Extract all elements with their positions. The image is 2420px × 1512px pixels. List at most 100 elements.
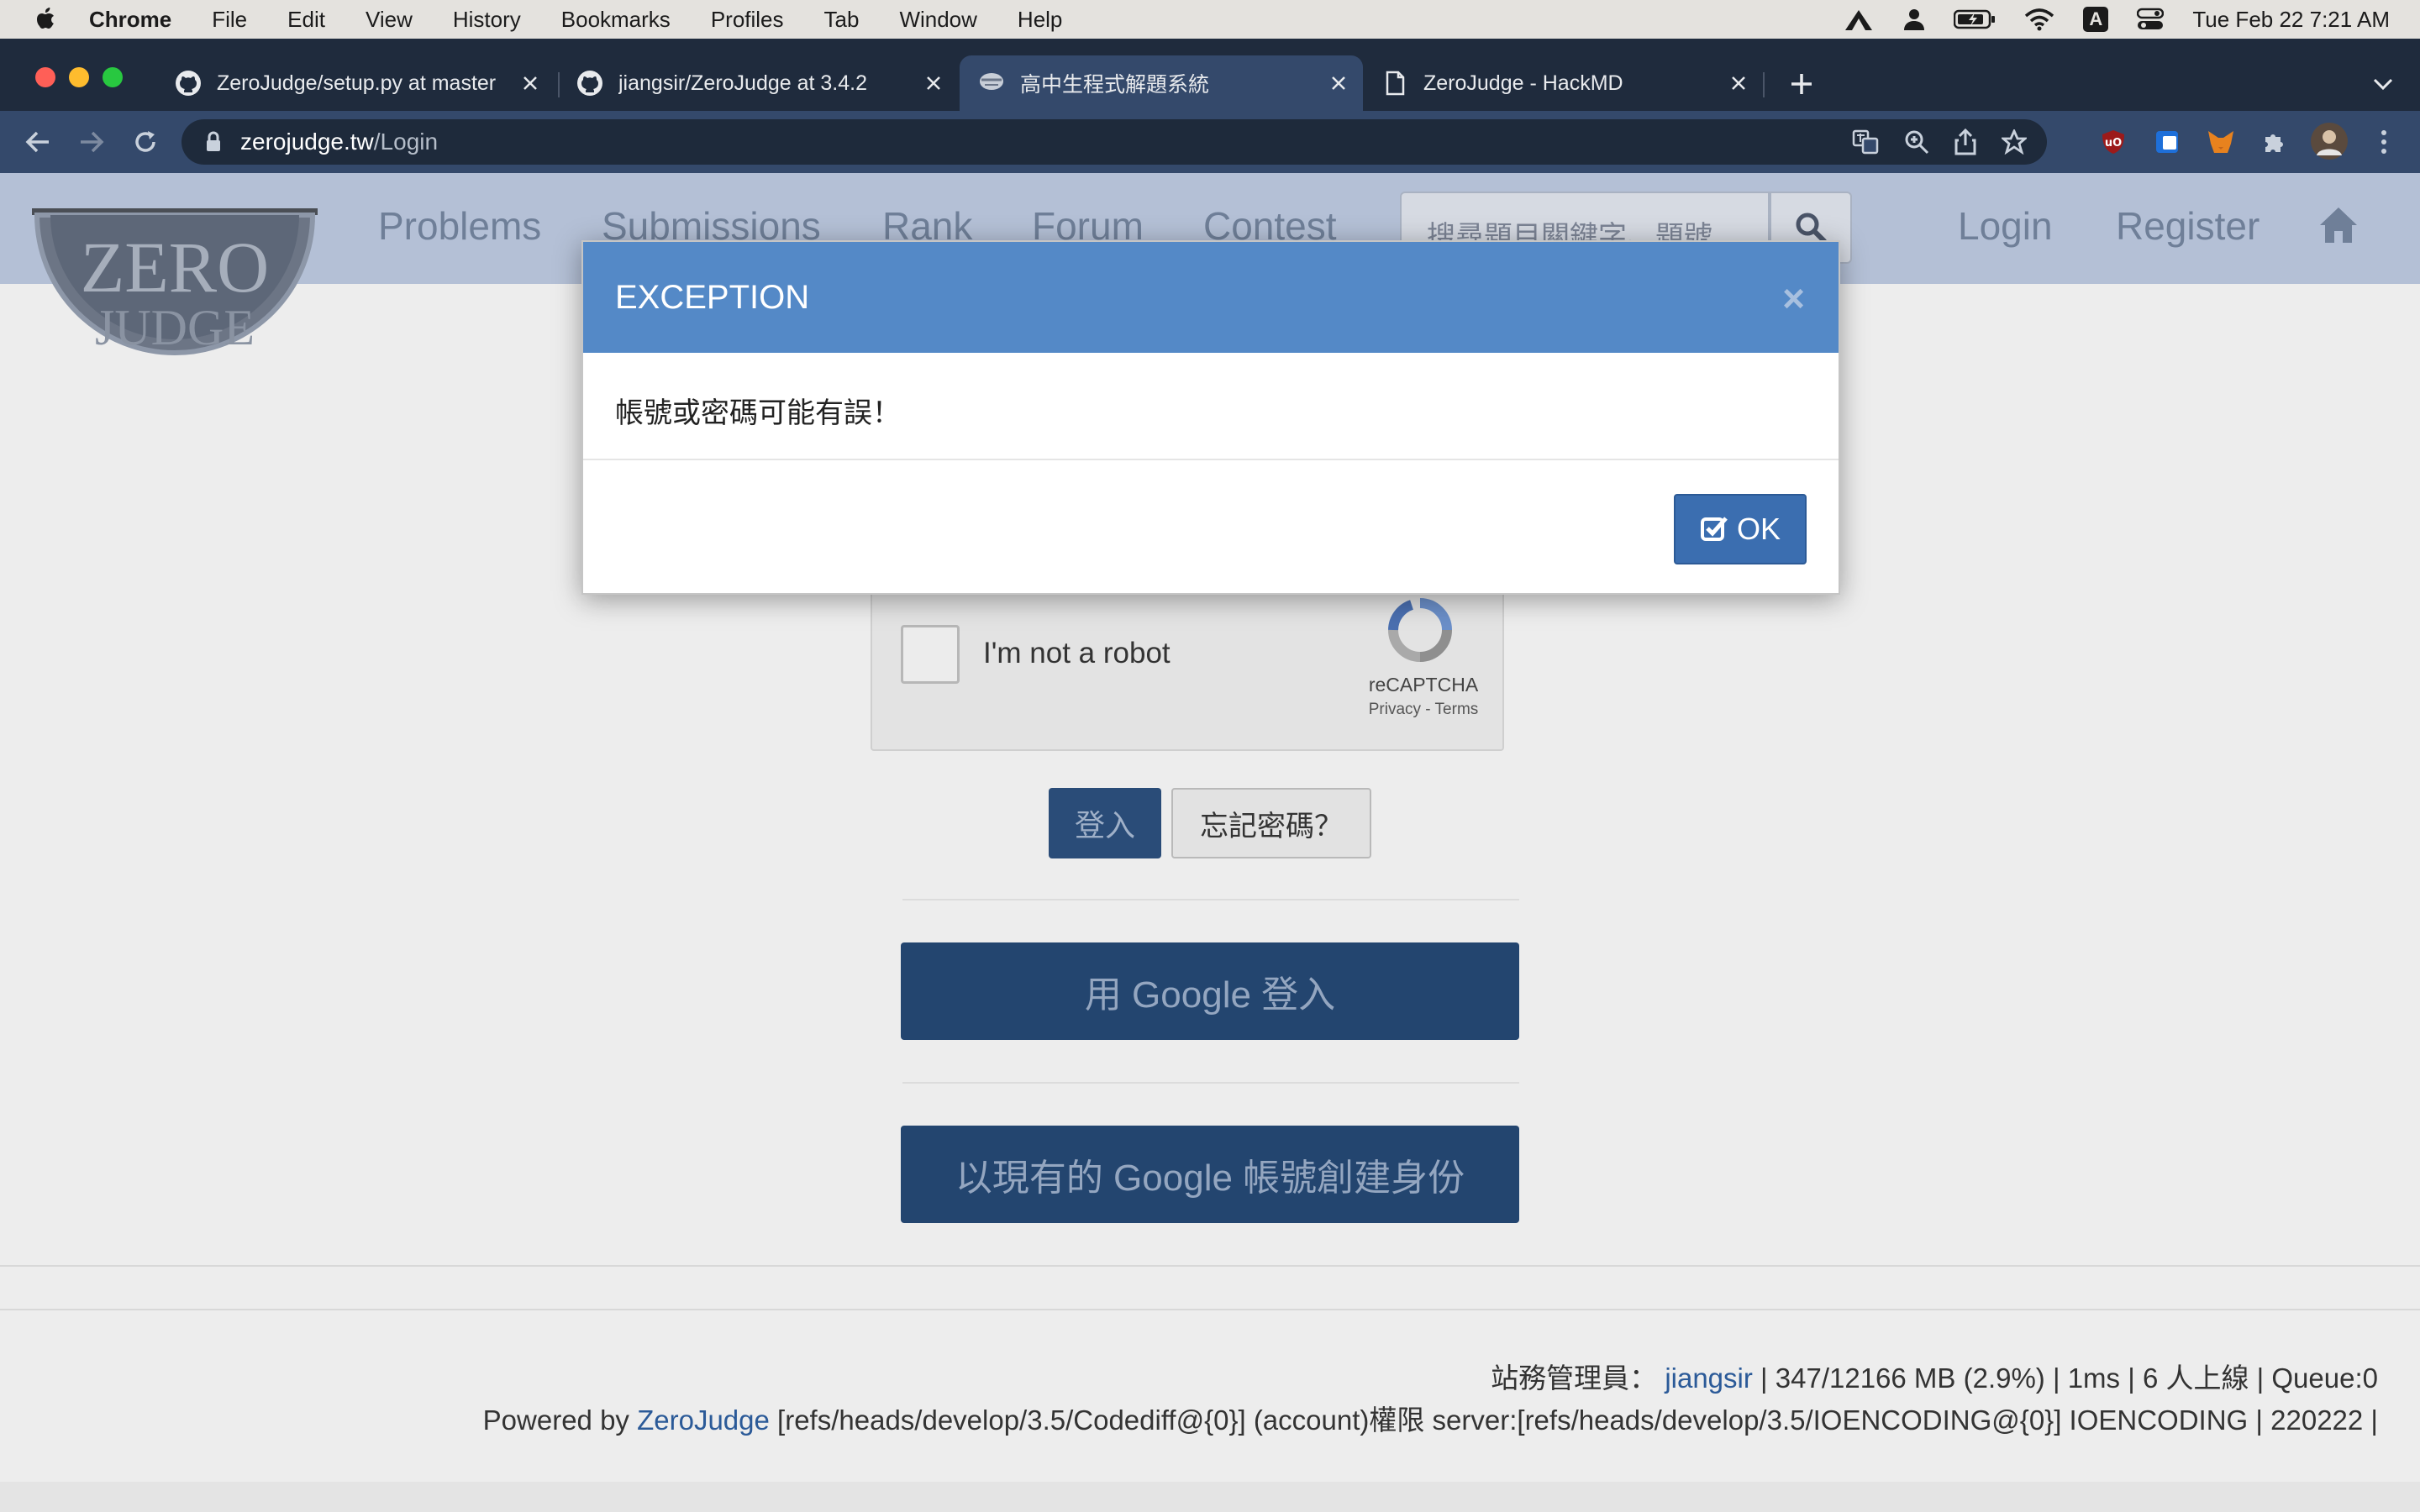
bookmark-star-icon[interactable] xyxy=(2002,129,2027,155)
tab-title: ZeroJudge - HackMD xyxy=(1423,71,1623,95)
metamask-extension-button[interactable] xyxy=(2205,126,2237,158)
menu-window[interactable]: Window xyxy=(899,7,976,33)
recaptcha-widget: I'm not a robot reCAPTCHA Privacy - Term… xyxy=(871,576,1504,751)
zoom-icon[interactable] xyxy=(1904,129,1929,155)
menu-edit[interactable]: Edit xyxy=(287,7,325,33)
footer-admin-label: 站務管理員： xyxy=(1491,1362,1658,1394)
tab-search-button[interactable] xyxy=(2368,69,2398,99)
menu-tab[interactable]: Tab xyxy=(824,7,860,33)
tab-separator xyxy=(1763,72,1765,97)
footer-admin-link[interactable]: jiangsir xyxy=(1665,1362,1753,1394)
url-path: /Login xyxy=(373,129,439,155)
divider xyxy=(902,1082,1519,1084)
profile-avatar-button[interactable] xyxy=(2309,121,2349,161)
zerojudge-logo[interactable]: ZERO JUDGE xyxy=(32,208,318,407)
input-source-icon[interactable]: A xyxy=(2083,7,2109,32)
page-bottom-strip xyxy=(0,1482,2420,1512)
svg-text:uO: uO xyxy=(2105,137,2122,150)
tab-close-icon[interactable] xyxy=(518,71,543,96)
window-minimize-button[interactable] xyxy=(69,67,89,87)
arrow-right-icon xyxy=(81,131,104,153)
login-submit-button[interactable]: 登入 xyxy=(1049,788,1161,858)
macos-menubar: Chrome File Edit View History Bookmarks … xyxy=(0,0,2420,39)
wifi-icon[interactable] xyxy=(2024,8,2054,31)
nav-login[interactable]: Login xyxy=(1958,203,2053,249)
window-close-button[interactable] xyxy=(35,67,55,87)
forward-button[interactable] xyxy=(76,126,108,158)
footer-version-info: [refs/heads/develop/3.5/Codediff@{0}] (a… xyxy=(777,1404,2378,1436)
dialog-close-button[interactable]: × xyxy=(1782,276,1805,321)
footer-stats: | 347/12166 MB (2.9%) | 1ms | 6 人上線 | Qu… xyxy=(1760,1362,2378,1394)
arc-app-icon[interactable] xyxy=(1843,7,1875,32)
battery-icon[interactable] xyxy=(1954,8,1996,30)
apple-logo-icon[interactable] xyxy=(32,5,60,34)
puzzle-icon xyxy=(2265,134,2283,152)
google-login-button[interactable]: 用 Google 登入 xyxy=(901,942,1519,1040)
footer-divider xyxy=(0,1309,2420,1310)
tab-title: ZeroJudge/setup.py at master xyxy=(217,71,497,95)
nav-problems[interactable]: Problems xyxy=(378,203,541,249)
tab-hackmd[interactable]: ZeroJudge - HackMD xyxy=(1363,55,1763,111)
menu-help[interactable]: Help xyxy=(1018,7,1062,33)
ublock-icon: uO xyxy=(2102,130,2124,154)
address-bar[interactable]: zerojudge.tw/Login xyxy=(182,119,2047,165)
new-tab-button[interactable] xyxy=(1785,67,1818,101)
window-zoom-button[interactable] xyxy=(103,67,123,87)
browser-toolbar: zerojudge.tw/Login uO xyxy=(0,111,2420,173)
footer-powered-prefix: Powered by xyxy=(482,1404,629,1436)
home-icon[interactable] xyxy=(2317,205,2360,245)
share-icon[interactable] xyxy=(1954,129,1976,155)
fox-icon xyxy=(2208,131,2233,153)
search-icon xyxy=(1796,213,1827,244)
footer-divider xyxy=(0,1265,2420,1267)
avatar xyxy=(2311,123,2348,160)
user-icon[interactable] xyxy=(1903,8,1925,31)
document-icon xyxy=(1386,71,1405,96)
reload-button[interactable] xyxy=(129,126,161,158)
zerojudge-icon xyxy=(980,73,1003,90)
menubar-status-area: A Tue Feb 22 7:21 AM xyxy=(1843,0,2390,39)
menu-view[interactable]: View xyxy=(366,7,413,33)
github-icon xyxy=(176,71,201,96)
dialog-ok-button[interactable]: OK xyxy=(1674,494,1807,564)
chrome-menu-button[interactable] xyxy=(2368,126,2400,158)
back-button[interactable] xyxy=(22,126,54,158)
tab-zerojudge-active[interactable]: 高中生程式解題系統 xyxy=(960,55,1363,111)
ublock-extension-button[interactable]: uO xyxy=(2097,126,2129,158)
arrow-left-icon xyxy=(25,131,49,153)
tab-title: jiangsir/ZeroJudge at 3.4.2 xyxy=(618,71,868,95)
menu-app-name[interactable]: Chrome xyxy=(89,7,171,33)
forgot-password-button[interactable]: 忘記密碼？ xyxy=(1171,788,1371,858)
kebab-menu-icon xyxy=(2381,130,2386,154)
menubar-clock[interactable]: Tue Feb 22 7:21 AM xyxy=(2192,7,2390,33)
logo-text-zero: ZERO xyxy=(80,227,270,307)
menu-bookmarks[interactable]: Bookmarks xyxy=(561,7,671,33)
tab-github-repo[interactable]: jiangsir/ZeroJudge at 3.4.2 xyxy=(558,55,958,111)
translate-icon[interactable] xyxy=(1852,129,1879,155)
google-create-account-button[interactable]: 以現有的 Google 帳號創建身份 xyxy=(901,1126,1519,1223)
footer-zerojudge-link[interactable]: ZeroJudge xyxy=(637,1404,770,1436)
dialog-title: EXCEPTION xyxy=(615,278,810,316)
tab-close-icon[interactable] xyxy=(1726,71,1751,96)
lock-icon[interactable] xyxy=(205,131,222,153)
bitwarden-extension-button[interactable] xyxy=(2151,126,2183,158)
check-square-icon xyxy=(1700,517,1728,541)
menu-file[interactable]: File xyxy=(212,7,247,33)
recaptcha-label: I'm not a robot xyxy=(983,637,1171,669)
chevron-down-icon xyxy=(2373,78,2393,91)
control-center-icon[interactable] xyxy=(2137,8,2165,31)
omnibox-actions xyxy=(1852,129,2027,155)
tab-close-icon[interactable] xyxy=(1326,71,1351,96)
nav-register[interactable]: Register xyxy=(2116,203,2260,249)
tab-close-icon[interactable] xyxy=(921,71,946,96)
menu-profiles[interactable]: Profiles xyxy=(711,7,784,33)
recaptcha-checkbox[interactable] xyxy=(901,625,960,684)
browser-tab-strip: ZeroJudge/setup.py at master jiangsir/Ze… xyxy=(0,39,2420,111)
tab-title: 高中生程式解題系統 xyxy=(1020,73,1210,97)
tab-github-setup[interactable]: ZeroJudge/setup.py at master xyxy=(156,55,555,111)
dialog-header: EXCEPTION × xyxy=(583,242,1839,353)
menu-history[interactable]: History xyxy=(453,7,521,33)
recaptcha-privacy-terms[interactable]: Privacy - Terms xyxy=(1356,701,1491,719)
dialog-message: 帳號或密碼可能有誤！ xyxy=(583,353,1839,460)
extensions-button[interactable] xyxy=(2259,126,2291,158)
